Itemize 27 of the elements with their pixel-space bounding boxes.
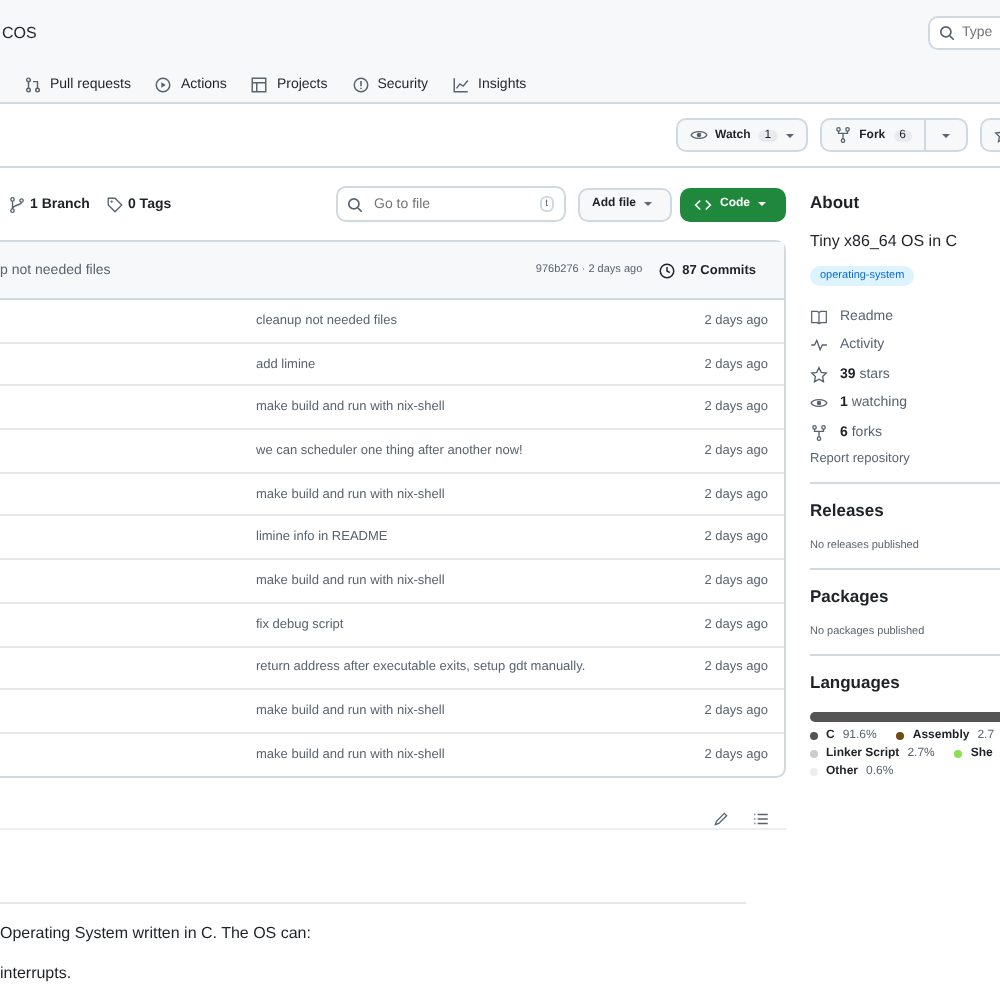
eye-icon <box>689 126 708 144</box>
about-heading: About <box>810 192 862 212</box>
list-icon[interactable] <box>752 809 770 828</box>
caret-icon <box>785 133 794 137</box>
pencil-icon[interactable] <box>712 809 730 828</box>
fork-icon <box>833 126 852 144</box>
shield-icon <box>351 75 370 93</box>
graph-icon <box>452 75 471 93</box>
fork-icon <box>810 423 828 442</box>
languages-heading: Languages <box>810 671 902 691</box>
releases-heading[interactable]: Releases <box>810 499 1000 519</box>
tag-icon <box>105 195 124 213</box>
star-icon <box>810 365 828 384</box>
branch-icon <box>8 195 26 213</box>
play-circle-icon <box>154 75 173 93</box>
table-icon <box>250 75 269 93</box>
readme-text: Operating System written in C. The OS can: <box>0 923 313 942</box>
history-icon <box>658 261 677 279</box>
readme-text: interrupts. <box>0 963 74 982</box>
pull-request-icon <box>24 75 42 93</box>
pulse-icon <box>810 336 828 355</box>
book-icon <box>810 307 828 326</box>
eye-icon <box>810 394 828 413</box>
repo-name[interactable]: COS <box>0 24 37 42</box>
repo-description: Tiny x86_64 OS in C <box>810 232 960 250</box>
packages-heading[interactable]: Packages <box>810 585 1000 605</box>
code-icon <box>694 195 712 213</box>
